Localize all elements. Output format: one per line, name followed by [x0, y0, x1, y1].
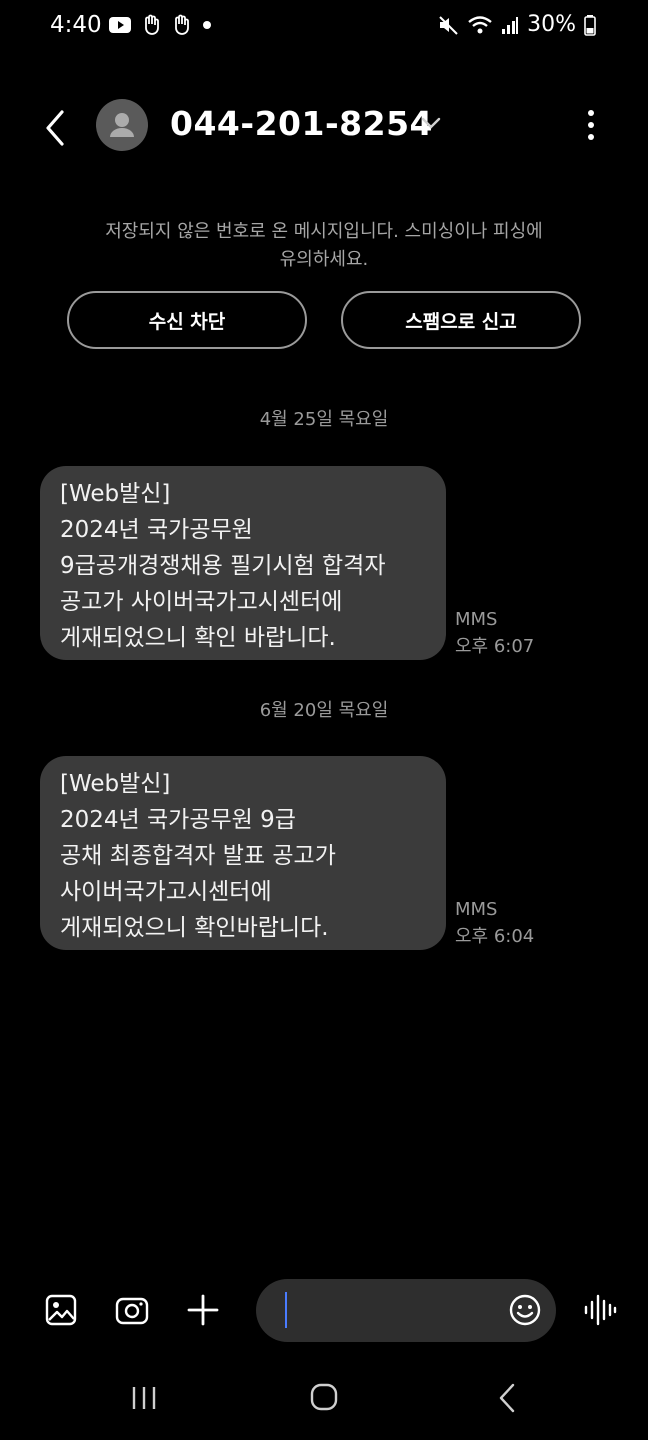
message-line: 사이버국가고시센터에	[60, 879, 272, 905]
avatar-icon	[110, 113, 134, 137]
message-bubble[interactable]: [Web발신] 2024년 국가공무원 9급공개경쟁채용 필기시험 합격자 공고…	[40, 466, 446, 660]
message-line: [Web발신]	[60, 771, 171, 797]
plus-icon[interactable]	[186, 1293, 220, 1327]
mute-icon	[439, 15, 458, 35]
message-bubble[interactable]: [Web발신] 2024년 국가공무원 9급 공채 최종합격자 발표 공고가 사…	[40, 756, 446, 950]
text-cursor	[285, 1292, 287, 1328]
message-time: 오후 6:07	[455, 636, 535, 657]
message-meta: MMS 오후 6:07	[455, 606, 534, 660]
back-nav-icon[interactable]	[497, 1383, 517, 1413]
voice-icon[interactable]	[583, 1292, 617, 1328]
dot-icon	[203, 21, 211, 29]
message-line: 공고가 사이버국가고시센터에	[60, 589, 343, 615]
message-time: 오후 6:04	[455, 926, 535, 947]
message-type: MMS	[455, 609, 498, 630]
battery-icon	[584, 14, 596, 36]
unsaved-number-notice: 저장되지 않은 번호로 온 메시지입니다. 스미싱이나 피싱에 유의하세요.	[60, 218, 588, 274]
home-icon[interactable]	[310, 1383, 338, 1411]
hand-icon	[175, 14, 189, 35]
emoji-icon[interactable]	[508, 1293, 542, 1327]
chevron-down-icon[interactable]	[421, 116, 441, 130]
back-icon[interactable]	[40, 108, 72, 148]
battery-percent: 30%	[527, 12, 576, 37]
message-line: [Web발신]	[60, 481, 171, 507]
wifi-icon	[468, 15, 492, 33]
message-line: 게재되었으니 확인바랍니다.	[60, 915, 329, 941]
signal-icon	[502, 16, 519, 34]
date-separator: 6월 20일 목요일	[259, 700, 389, 721]
status-right: 30%	[437, 12, 596, 37]
status-time: 4:40	[50, 12, 102, 38]
message-type: MMS	[455, 899, 498, 920]
message-line: 2024년 국가공무원 9급	[60, 807, 296, 833]
message-line: 2024년 국가공무원	[60, 517, 253, 543]
report-spam-button[interactable]: 스팸으로 신고	[341, 291, 581, 349]
gallery-icon[interactable]	[44, 1293, 78, 1327]
status-icons-left	[108, 14, 214, 36]
hand-icon	[145, 14, 159, 35]
recent-apps-icon[interactable]	[130, 1385, 158, 1411]
more-icon[interactable]	[581, 108, 601, 144]
date-separator: 4월 25일 목요일	[259, 409, 389, 430]
message-line: 9급공개경쟁채용 필기시험 합격자	[60, 553, 386, 579]
camera-icon[interactable]	[115, 1293, 149, 1327]
block-button[interactable]: 수신 차단	[67, 291, 307, 349]
youtube-icon	[109, 17, 131, 33]
notice-line1: 저장되지 않은 번호로 온 메시지입니다. 스미싱이나 피싱에	[105, 221, 543, 242]
notice-line2: 유의하세요.	[279, 249, 369, 270]
message-line: 공채 최종합격자 발표 공고가	[60, 843, 336, 869]
message-meta: MMS 오후 6:04	[455, 896, 534, 950]
contact-title[interactable]: 044-201-8254	[170, 104, 433, 143]
message-line: 게재되었으니 확인 바랍니다.	[60, 625, 336, 651]
avatar[interactable]	[96, 99, 148, 151]
